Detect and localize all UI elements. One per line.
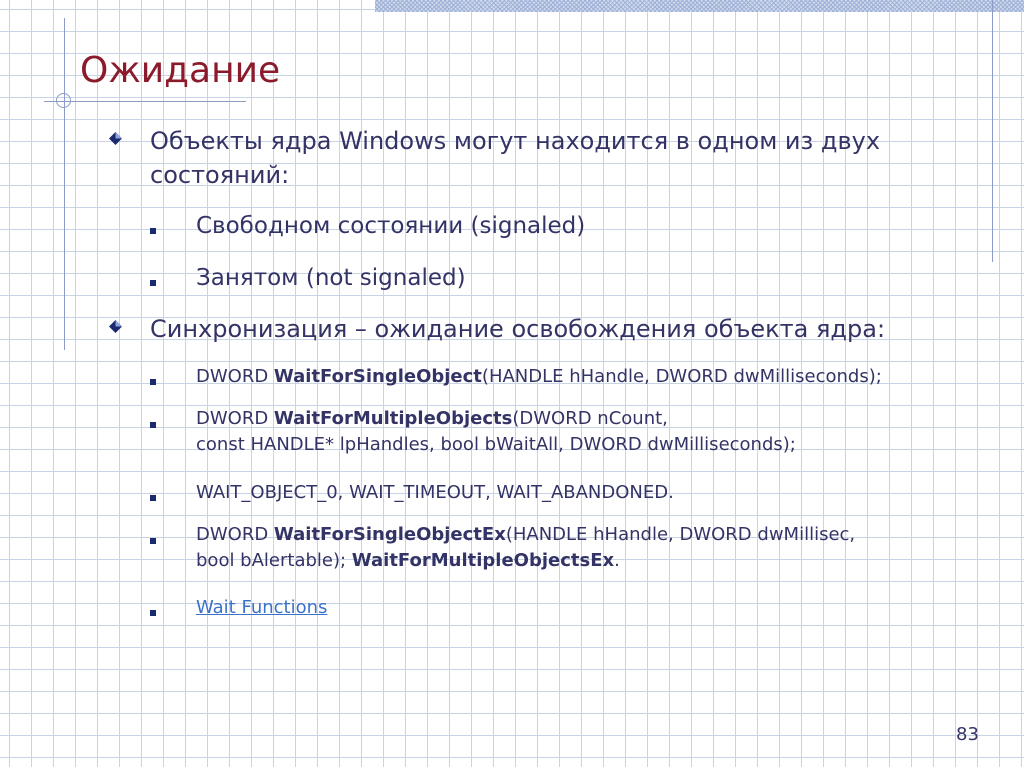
diamond-bullet-icon [109, 320, 122, 333]
square-bullet-icon [150, 495, 156, 501]
title-underline-rule [44, 101, 246, 102]
square-bullet-icon [150, 422, 156, 428]
diamond-bullet-icon [109, 132, 122, 145]
bullet-kernel-objects: Объекты ядра Windows могут находится в о… [150, 124, 880, 192]
code-wait-for-single-object-ex: DWORD WaitForSingleObjectEx(HANDLE hHand… [196, 522, 855, 574]
function-name: WaitForSingleObject [273, 366, 482, 387]
slide-title: Ожидание [80, 50, 281, 91]
code-type: DWORD [196, 366, 274, 387]
left-vertical-rule [64, 18, 65, 350]
link-item: Wait Functions [196, 595, 327, 621]
code-punctuation: . [614, 550, 620, 571]
code-wait-results: WAIT_OBJECT_0, WAIT_TIMEOUT, WAIT_ABANDO… [196, 482, 674, 503]
code-wait-for-single-object: DWORD WaitForSingleObject(HANDLE hHandle… [196, 364, 882, 390]
square-bullet-icon [150, 610, 156, 616]
right-vertical-rule [992, 0, 993, 262]
sub-bullet-signaled: Свободном состоянии (signaled) [196, 213, 586, 239]
square-bullet-icon [150, 280, 156, 286]
sub-bullet-not-signaled: Занятом (not signaled) [196, 265, 466, 291]
bullet-text-line: Объекты ядра Windows могут находится в о… [150, 127, 881, 155]
square-bullet-icon [150, 228, 156, 234]
function-name: WaitForSingleObjectEx [273, 524, 506, 545]
code-params-line: const HANDLE* lpHandles, bool bWaitAll, … [196, 434, 796, 455]
code-params: (HANDLE hHandle, DWORD dwMilliseconds); [481, 366, 882, 387]
code-params: (DWORD nCount, [512, 408, 668, 429]
code-type: DWORD [196, 524, 274, 545]
code-type: DWORD [196, 408, 274, 429]
bullet-text-line: состояний: [150, 161, 290, 189]
code-wait-for-multiple-objects: DWORD WaitForMultipleObjects(DWORD nCoun… [196, 406, 796, 458]
square-bullet-icon [150, 538, 156, 544]
bullet-synchronization: Синхронизация – ожидание освобождения об… [150, 315, 886, 343]
square-bullet-icon [150, 379, 156, 385]
function-name: WaitForMultipleObjectsEx [351, 550, 615, 571]
code-params-line: bool bAlertable); [196, 550, 352, 571]
page-number: 83 [956, 724, 979, 745]
top-hatched-stripe [375, 0, 1024, 12]
title-circle-ornament [56, 93, 71, 108]
code-params: (HANDLE hHandle, DWORD dwMillisec, [505, 524, 856, 545]
wait-functions-link[interactable]: Wait Functions [196, 597, 327, 618]
function-name: WaitForMultipleObjects [273, 408, 513, 429]
